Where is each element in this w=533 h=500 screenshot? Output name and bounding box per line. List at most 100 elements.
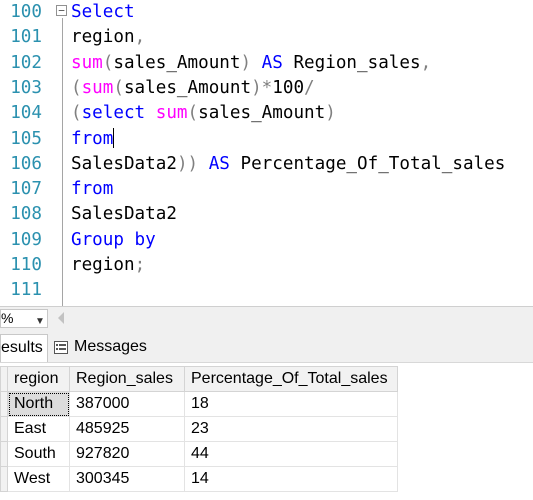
zoom-select[interactable]: % ▼ [0,309,48,328]
code-token: ) [240,52,252,73]
code-token: )) [176,153,199,174]
text-caret [113,127,115,148]
line-number: 100 [10,2,42,22]
row-header[interactable] [0,466,8,492]
code-token: sum [81,77,114,98]
cell-percentage[interactable]: 14 [184,466,398,492]
code-line[interactable]: 100 Select [0,0,533,25]
line-number: 109 [10,229,42,250]
code-token: sum [155,103,188,124]
code-text[interactable]: (sum(sales_Amount)*100/ [71,76,315,101]
code-token: ) [325,103,336,124]
code-token: / [304,77,315,98]
column-header-region[interactable]: region [7,366,70,392]
code-text[interactable]: from [71,177,113,202]
code-token: ( [71,103,82,124]
code-token: select [81,103,146,124]
code-text[interactable]: (select sum(sales_Amount) [71,101,336,126]
table-row[interactable]: East 485925 23 [0,416,398,442]
line-number: 105 [10,128,42,149]
code-token: ; [134,255,146,275]
tab-messages[interactable]: Messages [54,334,158,362]
line-number: 104 [10,103,42,124]
code-token: AS [208,153,230,174]
code-token: SalesData2 [71,153,177,174]
code-line[interactable]: 106 SalesData2)) AS Percentage_Of_Total_s… [0,152,533,177]
cell-region[interactable]: West [7,466,70,492]
query-editor[interactable]: − 100 Select 101 region, 102 sum(sales_Amount… [0,0,533,306]
column-header-percentage[interactable]: Percentage_Of_Total_sales [184,366,398,392]
code-token: 100 [272,77,305,98]
scroll-left-icon[interactable] [58,312,64,324]
code-text[interactable]: Group by [71,228,156,253]
cell-region-sales[interactable]: 387000 [69,391,185,417]
code-text[interactable]: Select [71,0,135,25]
code-line[interactable]: 105 from [0,127,533,152]
code-line[interactable]: 104 (select sum(sales_Amount) [0,101,533,126]
code-line[interactable]: 111 [0,278,533,303]
code-token: sum [71,52,103,73]
row-header[interactable] [0,416,8,442]
code-token: )* [251,77,273,98]
line-number: 107 [10,179,42,200]
cell-region-sales[interactable]: 300345 [69,466,185,492]
chevron-down-icon[interactable]: ▼ [35,313,45,330]
code-token: Region_sales [282,52,421,73]
code-text[interactable]: SalesData2 [71,202,177,227]
code-token: sales_Amount [113,52,241,73]
code-token: , [134,27,146,48]
code-text[interactable]: region, [71,25,145,50]
code-text[interactable]: region; [71,253,145,278]
cell-region[interactable]: South [7,441,70,467]
code-token: Select [71,2,135,22]
code-token: ( [102,52,114,73]
code-token: sales_Amount [123,77,252,98]
cell-region-sales[interactable]: 485925 [69,416,185,442]
cell-region-sales[interactable]: 927820 [69,441,185,467]
row-header[interactable] [0,391,8,417]
code-line[interactable]: 107 from [0,177,533,202]
code-line[interactable]: 101 region, [0,25,533,50]
editor-status-strip: % ▼ [0,306,533,330]
code-token: from [71,179,114,200]
results-grid[interactable]: region Region_sales Percentage_Of_Total_… [0,363,533,500]
zoom-value: % [1,310,14,326]
code-line[interactable]: 103 (sum(sales_Amount)*100/ [0,76,533,101]
cell-percentage[interactable]: 23 [184,416,398,442]
code-text[interactable]: from [71,127,115,152]
code-token: AS [261,52,283,73]
line-number: 103 [10,77,42,98]
table-row[interactable]: South 927820 44 [0,441,398,467]
cell-region[interactable]: East [7,416,70,442]
code-token: region [71,255,135,275]
code-token: region [71,27,135,48]
code-text[interactable]: SalesData2)) AS Percentage_Of_Total_sale… [71,152,505,177]
cell-percentage[interactable]: 18 [184,391,398,417]
table-row[interactable]: West 300345 14 [0,466,398,492]
code-token: SalesData2 [71,204,177,225]
code-token: ( [187,103,199,124]
code-token: Percentage_Of_Total_sales [229,153,506,174]
line-number: 111 [10,280,42,301]
cell-percentage[interactable]: 44 [184,441,398,467]
grid-header-row: region Region_sales Percentage_Of_Total_… [0,366,398,392]
code-text[interactable]: sum(sales_Amount) AS Region_sales, [71,51,431,76]
cell-region[interactable]: North [7,391,70,417]
code-token: , [420,52,432,73]
code-line[interactable]: 108 SalesData2 [0,202,533,227]
code-line[interactable]: 109 Group by [0,228,533,253]
code-line[interactable]: 102 sum(sales_Amount) AS Region_sales, [0,51,533,76]
messages-icon [54,341,68,354]
code-token: ( [71,77,82,98]
table-row[interactable]: North 387000 18 [0,391,398,417]
code-token: sales_Amount [198,103,326,124]
row-header[interactable] [0,441,8,467]
code-line[interactable]: 110 region; [0,253,533,278]
tab-results[interactable]: esults [0,334,48,362]
column-header-region-sales[interactable]: Region_sales [69,366,185,392]
row-header-corner[interactable] [0,366,8,392]
line-number: 108 [10,204,42,225]
